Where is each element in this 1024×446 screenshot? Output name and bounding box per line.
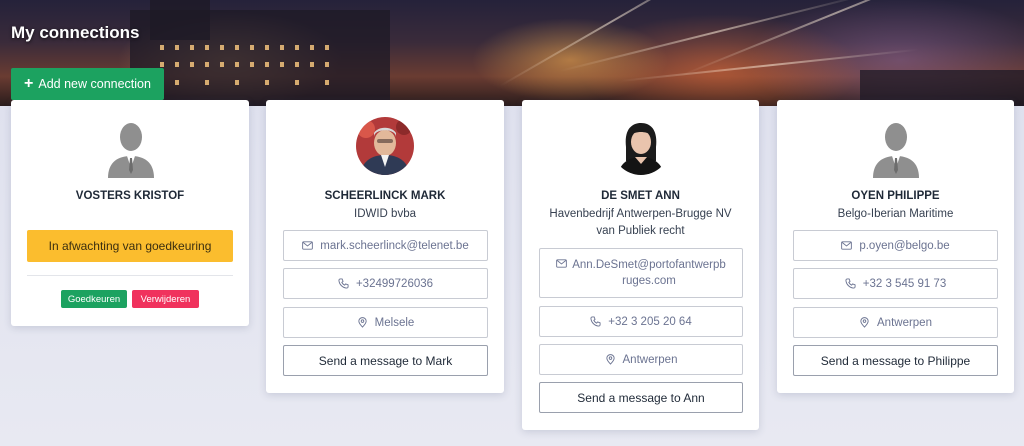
add-connection-button[interactable]: + Add new connection [11, 68, 164, 100]
connection-name: SCHEERLINCK MARK [324, 190, 446, 202]
phone-icon [845, 278, 856, 289]
page-title: My connections [11, 23, 140, 42]
location-field[interactable]: Melsele [283, 307, 488, 338]
phone-field[interactable]: +32 3 545 91 73 [793, 268, 998, 299]
delete-button[interactable]: Verwijderen [132, 290, 199, 308]
connection-card-vosters: VOSTERS KRISTOF In afwachting van goedke… [11, 100, 249, 326]
email-text: p.oyen@belgo.be [859, 239, 950, 252]
connection-company-line1: Havenbedrijf Antwerpen-Brugge NV [549, 208, 732, 220]
location-field[interactable]: Antwerpen [539, 344, 743, 375]
map-pin-icon [860, 317, 869, 328]
email-field[interactable]: p.oyen@belgo.be [793, 230, 998, 261]
email-field[interactable]: mark.scheerlinck@telenet.be [283, 230, 488, 261]
location-text: Antwerpen [622, 353, 678, 366]
connection-company-line2: van Publiek recht [596, 225, 685, 237]
connection-company: IDWID bvba [354, 208, 416, 220]
connection-card-oyen: OYEN PHILIPPE Belgo-Iberian Maritime p.o… [777, 100, 1014, 393]
phone-icon [338, 278, 349, 289]
location-field[interactable]: Antwerpen [793, 307, 998, 338]
status-badge: In afwachting van goedkeuring [27, 230, 233, 262]
location-text: Antwerpen [877, 316, 932, 329]
send-message-button[interactable]: Send a message to Philippe [793, 345, 998, 376]
send-message-button[interactable]: Send a message to Mark [283, 345, 488, 376]
phone-icon [590, 316, 601, 327]
envelope-icon [841, 241, 853, 250]
email-line1: Ann.DeSmet@portofantwerpb [572, 259, 726, 271]
connection-name: VOSTERS KRISTOF [75, 190, 185, 202]
avatar [612, 117, 670, 175]
envelope-icon [302, 241, 314, 250]
divider [27, 275, 233, 276]
connection-card-scheerlinck: SCHEERLINCK MARK IDWID bvba mark.scheerl… [266, 100, 504, 393]
avatar [356, 117, 414, 175]
add-connection-label: Add new connection [38, 77, 151, 91]
email-line2: ruges.com [622, 275, 676, 287]
location-text: Melsele [374, 316, 415, 329]
send-message-button[interactable]: Send a message to Ann [539, 382, 743, 413]
person-silhouette-icon [108, 123, 154, 178]
connection-name: DE SMET ANN [601, 190, 680, 202]
person-silhouette-icon [873, 123, 919, 178]
connection-name: OYEN PHILIPPE [851, 190, 940, 202]
approve-button[interactable]: Goedkeuren [61, 290, 127, 308]
email-text: mark.scheerlinck@telenet.be [320, 239, 469, 252]
phone-text: +32 3 205 20 64 [608, 315, 692, 328]
connection-card-de-smet: DE SMET ANN Havenbedrijf Antwerpen-Brugg… [522, 100, 759, 430]
email-field[interactable]: Ann.DeSmet@portofantwerpb ruges.com [539, 248, 743, 298]
phone-text: +32499726036 [355, 277, 434, 290]
email-text: Ann.DeSmet@portofantwerpb ruges.com [572, 257, 726, 289]
phone-field[interactable]: +32 3 205 20 64 [539, 306, 743, 337]
plus-icon: + [24, 75, 34, 92]
map-pin-icon [358, 317, 367, 328]
map-pin-icon [605, 354, 615, 365]
phone-text: +32 3 545 91 73 [862, 277, 947, 290]
phone-field[interactable]: +32499726036 [283, 268, 488, 299]
connection-company: Belgo-Iberian Maritime [837, 208, 954, 220]
envelope-icon [556, 259, 568, 268]
